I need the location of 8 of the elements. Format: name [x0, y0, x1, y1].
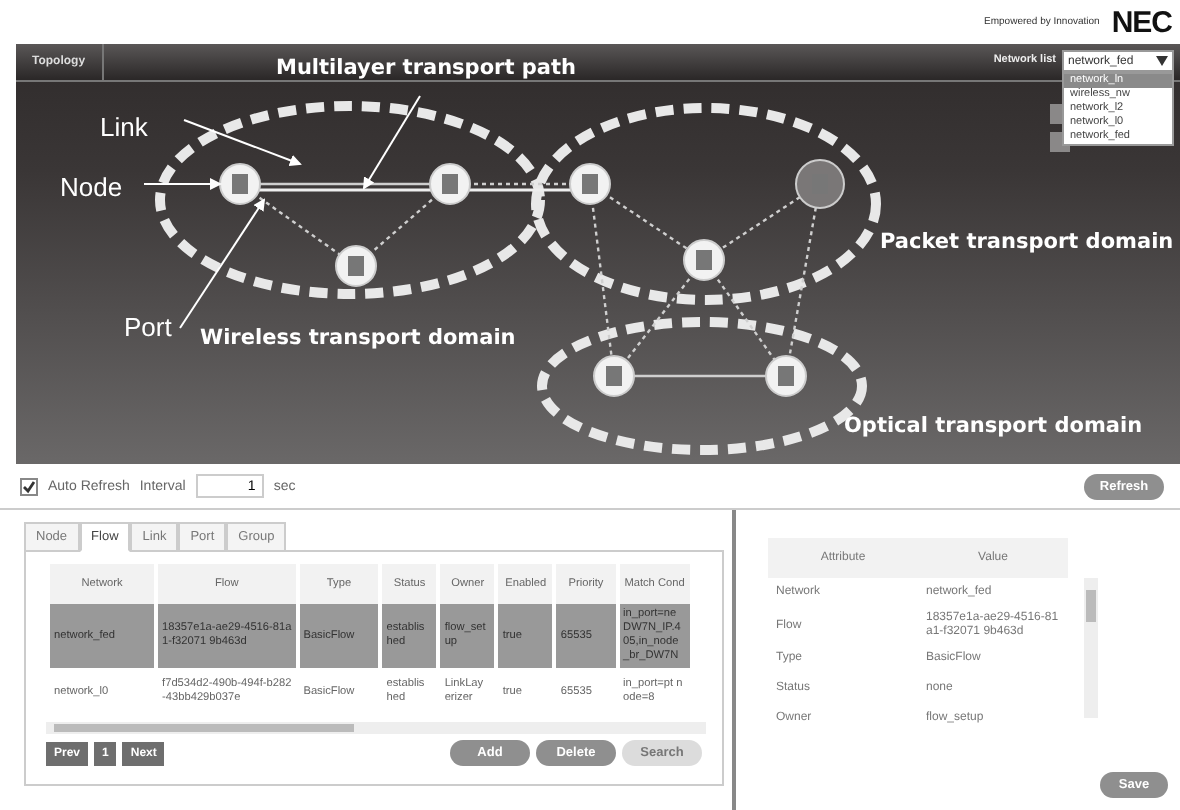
annotation-label: Multilayer transport path	[276, 56, 576, 80]
annotation-label: Port	[124, 312, 172, 342]
annotation-label: Packet transport domain	[880, 230, 1174, 254]
annotation-label: Optical transport domain	[844, 414, 1143, 438]
annotation-label: Link	[100, 112, 148, 142]
annotation-label: Node	[60, 172, 123, 202]
logo: NEC	[1111, 5, 1172, 39]
annotation-label: Wireless transport domain	[200, 326, 516, 350]
